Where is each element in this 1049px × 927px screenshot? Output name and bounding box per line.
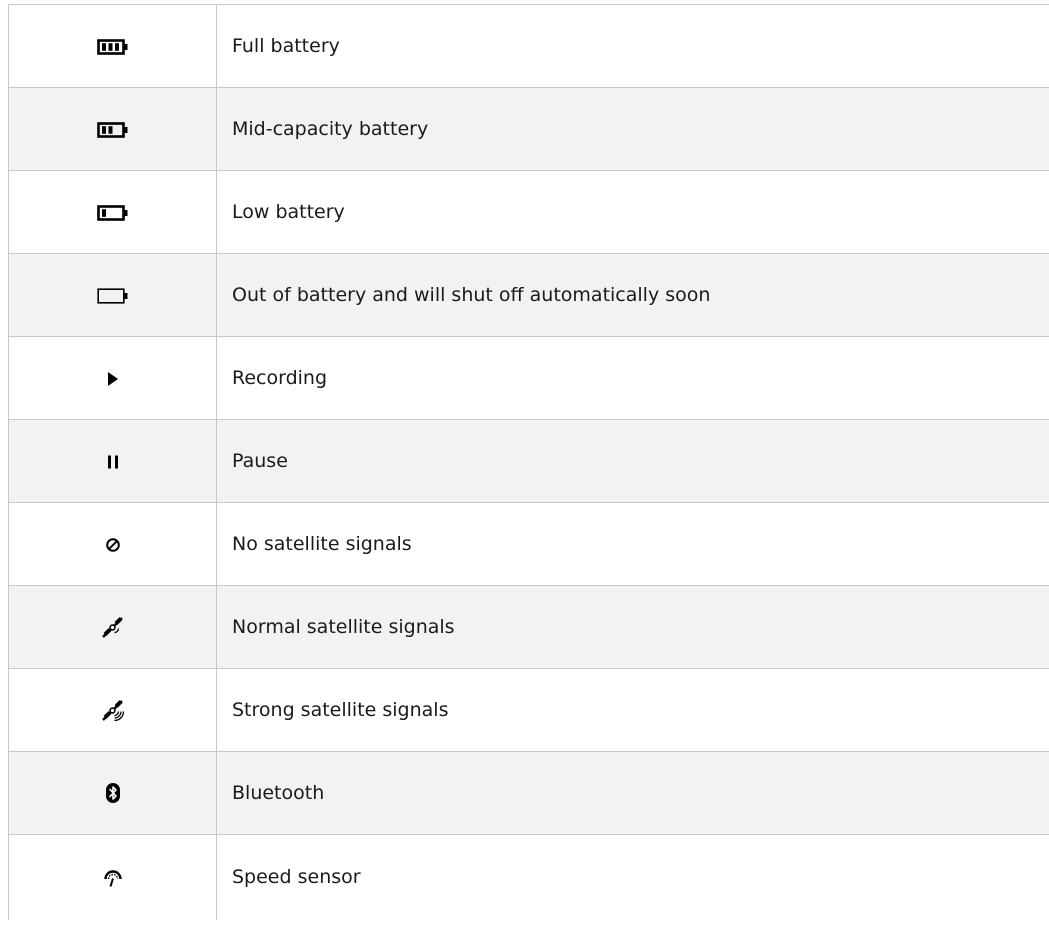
- description-cell: Strong satellite signals: [216, 668, 1049, 752]
- icon-cell: [8, 253, 217, 337]
- table-row: No satellite signals: [8, 502, 1049, 586]
- full-battery-icon: [96, 39, 129, 55]
- description-cell: Low battery: [216, 170, 1049, 254]
- satellite-strong-icon: [101, 698, 125, 722]
- table-row: Recording: [8, 336, 1049, 420]
- icon-cell: [8, 87, 217, 171]
- icon-cell: [8, 502, 217, 586]
- table-row: Pause: [8, 419, 1049, 503]
- description-cell: Normal satellite signals: [216, 585, 1049, 669]
- mid-battery-icon: [96, 122, 129, 138]
- description-cell: Out of battery and will shut off automat…: [216, 253, 1049, 337]
- satellite-normal-icon: [101, 615, 125, 639]
- icon-cell: [8, 170, 217, 254]
- description-cell: Speed sensor: [216, 834, 1049, 920]
- table-row: Low battery: [8, 170, 1049, 254]
- description-cell: Bluetooth: [216, 751, 1049, 835]
- description-cell: No satellite signals: [216, 502, 1049, 586]
- no-signal-icon: [105, 537, 121, 553]
- description-cell: Full battery: [216, 4, 1049, 88]
- table-row: Normal satellite signals: [8, 585, 1049, 669]
- description-cell: Mid-capacity battery: [216, 87, 1049, 171]
- table-row: Out of battery and will shut off automat…: [8, 253, 1049, 337]
- description-cell: Recording: [216, 336, 1049, 420]
- table-row: Bluetooth: [8, 751, 1049, 835]
- icon-cell: [8, 585, 217, 669]
- icon-cell: [8, 336, 217, 420]
- bluetooth-icon: [105, 782, 121, 804]
- low-battery-icon: [96, 205, 129, 221]
- icon-cell: [8, 834, 217, 920]
- table-row: Speed sensor: [8, 834, 1049, 920]
- table-row: Strong satellite signals: [8, 668, 1049, 752]
- table-row: Mid-capacity battery: [8, 87, 1049, 171]
- description-cell: Pause: [216, 419, 1049, 503]
- pause-icon: [106, 454, 120, 470]
- icon-cell: [8, 419, 217, 503]
- status-icon-table: Full battery Mid-capacity battery Low ba…: [8, 4, 1049, 920]
- speed-sensor-icon: [103, 868, 123, 888]
- empty-battery-icon: [96, 288, 129, 304]
- icon-cell: [8, 668, 217, 752]
- icon-cell: [8, 4, 217, 88]
- table-row: Full battery: [8, 4, 1049, 88]
- icon-cell: [8, 751, 217, 835]
- play-icon: [106, 371, 120, 387]
